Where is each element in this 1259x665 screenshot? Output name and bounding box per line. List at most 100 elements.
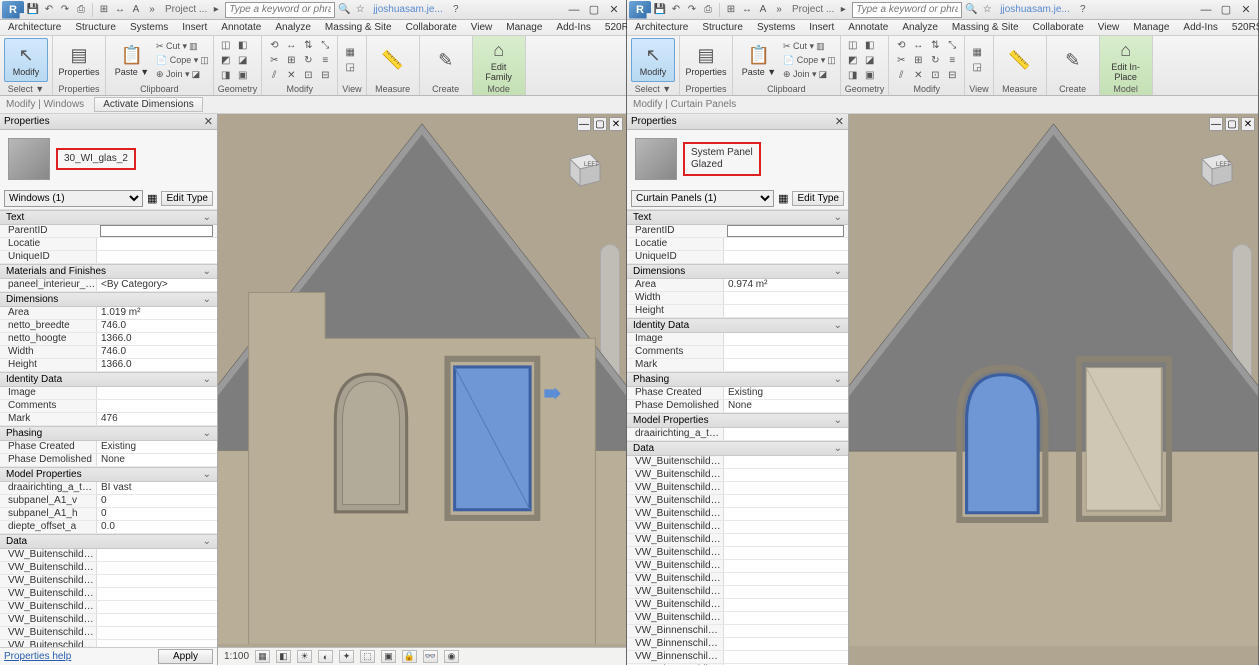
property-value[interactable] bbox=[723, 292, 848, 304]
property-row[interactable]: netto_hoogte1366.0 bbox=[0, 333, 217, 346]
property-row[interactable]: ParentID bbox=[627, 225, 848, 238]
property-row[interactable]: Phase DemolishedNone bbox=[627, 400, 848, 413]
ribbon-tool-icon[interactable]: ⤡ bbox=[317, 38, 333, 52]
tab-annotate[interactable]: Annotate bbox=[221, 22, 261, 33]
ribbon-tool-icon[interactable]: ⫽ bbox=[893, 68, 909, 82]
ribbon-edit-family-button[interactable]: ⌂Edit Family bbox=[477, 38, 521, 82]
ribbon-tool-icon[interactable]: ✕ bbox=[283, 68, 299, 82]
tab-architecture[interactable]: Architecture bbox=[8, 22, 61, 33]
ribbon-small-button[interactable]: ✂ Cut ▾ bbox=[156, 39, 187, 53]
type-selector[interactable]: System Panel Glazed bbox=[631, 134, 844, 184]
property-value[interactable]: 1366.0 bbox=[96, 333, 217, 345]
ribbon-tool-icon[interactable]: ⊡ bbox=[300, 68, 316, 82]
rendering-icon[interactable]: ✦ bbox=[339, 650, 354, 663]
property-row[interactable]: VW_Buitenschilderwerk m... bbox=[627, 599, 848, 612]
property-value[interactable] bbox=[723, 495, 848, 507]
tab-manage[interactable]: Manage bbox=[506, 22, 542, 33]
instance-filter[interactable]: Windows (1) bbox=[4, 190, 143, 207]
property-value[interactable]: 746.0 bbox=[96, 320, 217, 332]
property-value[interactable] bbox=[96, 575, 217, 587]
property-value[interactable]: 0.974 m² bbox=[723, 279, 848, 291]
property-row[interactable]: Phase CreatedExisting bbox=[0, 441, 217, 454]
tab-insert[interactable]: Insert bbox=[182, 22, 207, 33]
property-row[interactable]: VW_Buitenschilderwerk m... bbox=[627, 495, 848, 508]
ribbon-create-button[interactable]: ✎ bbox=[424, 38, 468, 82]
shadows-icon[interactable]: ◐ bbox=[318, 650, 333, 663]
qat-more-icon[interactable]: » bbox=[145, 3, 159, 17]
property-group-header[interactable]: Dimensions⌄ bbox=[0, 292, 217, 307]
undo-icon[interactable]: ↶ bbox=[42, 3, 56, 17]
undo-icon[interactable]: ↶ bbox=[669, 3, 683, 17]
property-row[interactable]: Phase DemolishedNone bbox=[0, 454, 217, 467]
ribbon-modify-button[interactable]: ↖Modify bbox=[631, 38, 675, 82]
property-value[interactable] bbox=[723, 333, 848, 345]
search-icon[interactable]: 🔍 bbox=[964, 3, 978, 17]
ribbon-tool-icon[interactable]: ◲ bbox=[969, 61, 985, 75]
property-row[interactable]: VW_Buitenschilderwerk m... bbox=[0, 640, 217, 647]
edit-type-icon[interactable]: ▦ bbox=[778, 192, 788, 205]
apply-button[interactable]: Apply bbox=[158, 649, 213, 664]
tab-manage[interactable]: Manage bbox=[1133, 22, 1169, 33]
tab-view[interactable]: View bbox=[1098, 22, 1120, 33]
ribbon-tool-icon[interactable]: ⫽ bbox=[266, 68, 282, 82]
property-value[interactable] bbox=[723, 521, 848, 533]
property-value[interactable] bbox=[723, 573, 848, 585]
property-row[interactable]: ParentID bbox=[0, 225, 217, 238]
property-row[interactable]: VW_Buitenschilderwerk m... bbox=[0, 627, 217, 640]
revit-logo[interactable]: R bbox=[629, 1, 651, 19]
tab-view[interactable]: View bbox=[471, 22, 493, 33]
temp-hide-icon[interactable]: 👓 bbox=[423, 650, 438, 663]
close-button[interactable]: ✕ bbox=[1236, 2, 1256, 18]
property-value[interactable] bbox=[96, 627, 217, 639]
property-value[interactable] bbox=[723, 238, 848, 250]
ribbon-small-button[interactable]: ◪ bbox=[819, 67, 828, 81]
print-icon[interactable]: ⎙ bbox=[74, 3, 88, 17]
tab-insert[interactable]: Insert bbox=[809, 22, 834, 33]
property-row[interactable]: VW_Buitenschilderwerk m... bbox=[0, 562, 217, 575]
qat-more-icon[interactable]: » bbox=[772, 3, 786, 17]
property-row[interactable]: subpanel_A1_v0 bbox=[0, 495, 217, 508]
property-group-header[interactable]: Data⌄ bbox=[627, 441, 848, 456]
property-value[interactable]: None bbox=[723, 400, 848, 412]
tab-analyze[interactable]: Analyze bbox=[902, 22, 938, 33]
tab-systems[interactable]: Systems bbox=[130, 22, 168, 33]
ribbon-small-button[interactable]: ◫ bbox=[200, 53, 209, 67]
help-icon[interactable]: ? bbox=[449, 3, 463, 17]
ribbon-small-button[interactable]: ▥ bbox=[189, 39, 198, 53]
property-value[interactable] bbox=[100, 225, 213, 237]
property-row[interactable]: Image bbox=[627, 333, 848, 346]
property-row[interactable]: VW_Buitenschilderwerk m... bbox=[627, 508, 848, 521]
property-row[interactable]: VW_Buitenschilderwerk m... bbox=[627, 547, 848, 560]
viewport-3d[interactable]: — ▢ ✕ LEFT bbox=[849, 114, 1258, 665]
property-value[interactable] bbox=[723, 428, 848, 440]
ribbon-small-button[interactable]: 📄 Cope ▾ bbox=[156, 53, 198, 67]
property-value[interactable]: 0.0 bbox=[96, 521, 217, 533]
ribbon-tool-icon[interactable]: ✂ bbox=[893, 53, 909, 67]
user-menu[interactable]: jjoshuasam.je... bbox=[373, 4, 442, 15]
ribbon-small-button[interactable]: ⊕ Join ▾ bbox=[783, 67, 817, 81]
property-row[interactable]: VW_Buitenschilderwerk m... bbox=[627, 482, 848, 495]
viewport-3d[interactable]: — ▢ ✕ LEFT bbox=[218, 114, 626, 665]
property-value[interactable] bbox=[96, 562, 217, 574]
property-row[interactable]: Width bbox=[627, 292, 848, 305]
ribbon-tool-icon[interactable]: ↔ bbox=[283, 38, 299, 52]
ribbon-tool-icon[interactable]: ◲ bbox=[342, 61, 358, 75]
tab-collaborate[interactable]: Collaborate bbox=[1033, 22, 1084, 33]
property-group-header[interactable]: Model Properties⌄ bbox=[627, 413, 848, 428]
tab-architecture[interactable]: Architecture bbox=[635, 22, 688, 33]
tab-massing[interactable]: Massing & Site bbox=[952, 22, 1019, 33]
property-value[interactable] bbox=[723, 305, 848, 317]
property-row[interactable]: Locatie bbox=[627, 238, 848, 251]
tab-systems[interactable]: Systems bbox=[757, 22, 795, 33]
property-group-header[interactable]: Dimensions⌄ bbox=[627, 264, 848, 279]
property-value[interactable] bbox=[727, 225, 844, 237]
property-value[interactable] bbox=[96, 601, 217, 613]
ribbon-small-button[interactable]: 📄 Cope ▾ bbox=[783, 53, 825, 67]
property-group-header[interactable]: Data⌄ bbox=[0, 534, 217, 549]
ribbon-tool-icon[interactable]: ◩ bbox=[218, 53, 234, 67]
ribbon-tool-icon[interactable]: ⟲ bbox=[266, 38, 282, 52]
ribbon-small-button[interactable]: ◪ bbox=[192, 67, 201, 81]
property-value[interactable] bbox=[723, 469, 848, 481]
property-row[interactable]: VW_Buitenschilderwerk m... bbox=[627, 573, 848, 586]
minimize-button[interactable]: — bbox=[1196, 2, 1216, 18]
